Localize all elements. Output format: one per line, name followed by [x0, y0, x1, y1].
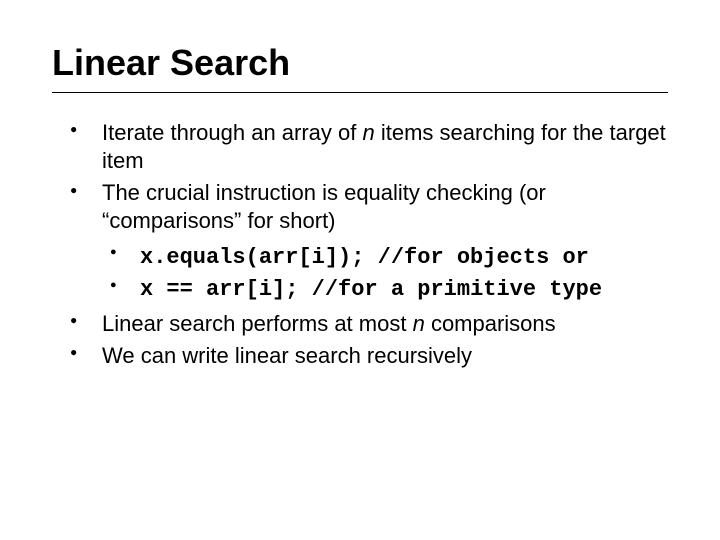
bullet-text: Iterate through an array of [102, 120, 363, 145]
bullet-text: comparisons [425, 311, 556, 336]
bullet-item: We can write linear search recursively [70, 342, 668, 370]
bullet-list: Iterate through an array of n items sear… [70, 119, 668, 370]
code-snippet: x.equals(arr[i]); [140, 245, 364, 270]
code-comment: //for objects or [364, 245, 588, 270]
sub-bullet-item: x.equals(arr[i]); //for objects or [110, 242, 668, 272]
sub-bullet-list: x.equals(arr[i]); //for objects or x == … [102, 242, 668, 304]
code-snippet: x == arr[i]; [140, 277, 298, 302]
bullet-text: We can write linear search recursively [102, 343, 472, 368]
bullet-item: The crucial instruction is equality chec… [70, 179, 668, 304]
slide-content: Iterate through an array of n items sear… [52, 119, 668, 370]
sub-bullet-item: x == arr[i]; //for a primitive type [110, 274, 668, 304]
italic-n: n [363, 120, 375, 145]
code-comment: //for a primitive type [298, 277, 602, 302]
bullet-item: Iterate through an array of n items sear… [70, 119, 668, 175]
italic-n: n [413, 311, 425, 336]
bullet-text: Linear search performs at most [102, 311, 413, 336]
slide-title: Linear Search [52, 42, 668, 93]
bullet-item: Linear search performs at most n compari… [70, 310, 668, 338]
bullet-text: The crucial instruction is equality chec… [102, 180, 546, 233]
